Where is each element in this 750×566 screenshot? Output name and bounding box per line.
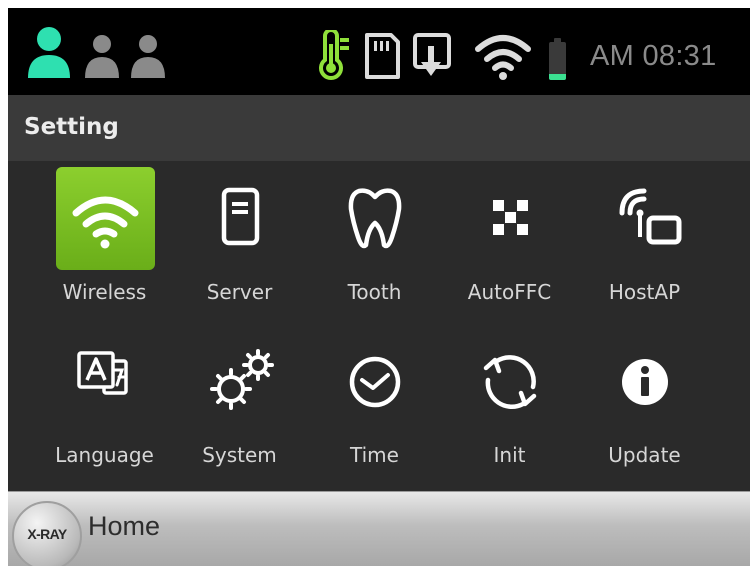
tooth-icon (348, 188, 402, 249)
init-label: Init (493, 443, 526, 467)
server-icon (221, 187, 260, 246)
hostap-label: HostAP (608, 280, 681, 304)
time-icon-box (326, 330, 425, 433)
tablet-download-icon (413, 33, 451, 76)
system-tile[interactable]: System (171, 326, 308, 491)
clock-readout: AM 08:31 (590, 40, 717, 72)
language-icon (77, 351, 128, 395)
server-label: Server (206, 280, 273, 304)
server-tile[interactable]: Server (171, 163, 308, 328)
clock-icon (349, 356, 401, 408)
hostap-tile[interactable]: HostAP (576, 163, 713, 328)
tooth-icon-box (326, 167, 425, 270)
xray-button[interactable]: X-RAY (12, 501, 82, 566)
language-icon-box (56, 330, 155, 433)
autoffc-label: AutoFFC (467, 280, 552, 304)
system-icon-box (191, 330, 290, 433)
battery-level-fill (549, 74, 566, 80)
device-screen: AM 08:31 Setting Wireless Server Tooth A… (8, 8, 750, 566)
settings-grid: Wireless Server Tooth AutoFFC HostAP Lan… (8, 161, 750, 491)
thermometer-icon (319, 30, 349, 80)
init-tile[interactable]: Init (441, 326, 578, 491)
reset-icon (483, 355, 537, 409)
autoffc-tile[interactable]: AutoFFC (441, 163, 578, 328)
update-tile[interactable]: Update (576, 326, 713, 491)
tooth-tile[interactable]: Tooth (306, 163, 443, 328)
home-bar: X-RAY Home (8, 491, 750, 566)
checkerboard-icon (493, 200, 528, 235)
hotspot-icon (619, 188, 682, 245)
hostap-icon-box (596, 167, 695, 270)
wifi-icon (72, 196, 139, 249)
home-label[interactable]: Home (88, 509, 160, 543)
language-label: Language (55, 443, 154, 467)
server-icon-box (191, 167, 290, 270)
update-label: Update (608, 443, 681, 467)
battery-icon (549, 42, 566, 80)
wireless-label: Wireless (62, 280, 147, 304)
info-icon (622, 359, 668, 405)
user-inactive-icon[interactable] (84, 34, 120, 80)
user-inactive-icon[interactable] (130, 34, 166, 80)
user-active-icon[interactable] (26, 26, 72, 82)
gears-icon (210, 349, 274, 410)
time-tile[interactable]: Time (306, 326, 443, 491)
wifi-icon (475, 35, 531, 80)
xray-label: X-RAY (27, 526, 67, 542)
language-tile[interactable]: Language (36, 326, 173, 491)
init-icon-box (461, 330, 560, 433)
title-bar: Setting (8, 95, 750, 161)
sd-card-icon (365, 33, 400, 79)
autoffc-icon-box (461, 167, 560, 270)
update-icon-box (596, 330, 695, 433)
system-label: System (202, 443, 277, 467)
wireless-icon-box (56, 167, 155, 270)
tooth-label: Tooth (347, 280, 402, 304)
status-bar: AM 08:31 (8, 8, 750, 95)
time-label: Time (350, 443, 399, 467)
page-title: Setting (24, 114, 119, 140)
wireless-tile[interactable]: Wireless (36, 163, 173, 328)
